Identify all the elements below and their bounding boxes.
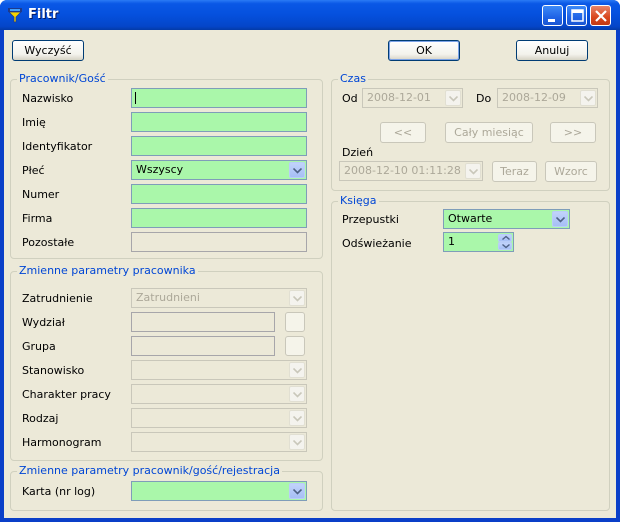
spin-down-icon[interactable] — [498, 242, 512, 250]
spin-up-icon[interactable] — [498, 234, 512, 242]
pattern-button[interactable]: Wzorc — [545, 161, 597, 182]
chevron-down-icon[interactable] — [445, 90, 461, 106]
group-pick-button[interactable] — [285, 336, 305, 356]
chevron-down-icon[interactable] — [289, 410, 305, 426]
now-button[interactable]: Teraz — [492, 161, 537, 182]
chevron-down-icon[interactable] — [289, 162, 305, 178]
card-label: Karta (nr log) — [22, 485, 96, 498]
book-group-title: Księga — [338, 194, 379, 207]
company-label: Firma — [22, 212, 53, 225]
schedule-select[interactable] — [131, 432, 307, 452]
refresh-label: Odświeżanie — [342, 237, 412, 250]
chevron-down-icon[interactable] — [552, 211, 568, 227]
firstname-label: Imię — [22, 116, 46, 129]
id-input[interactable] — [131, 136, 307, 156]
schedule-label: Harmonogram — [22, 436, 102, 449]
spinner-arrows[interactable] — [498, 234, 512, 250]
close-icon — [595, 10, 607, 22]
dialog-window: Filtr Wyczyść OK Anuluj Pracownik/Gość N… — [0, 0, 620, 522]
variable-params-title: Zmienne parametry pracownika — [17, 264, 198, 277]
app-icon — [8, 8, 22, 23]
refresh-spinner[interactable]: 1 — [443, 232, 514, 252]
department-input[interactable] — [131, 312, 275, 332]
kind-label: Rodzaj — [22, 412, 59, 425]
employee-group-title: Pracownik/Gość — [17, 72, 108, 85]
passes-select[interactable]: Otwarte — [443, 209, 570, 229]
day-datetime-value: 2008-12-10 01:11:28 — [344, 164, 461, 177]
group-label: Grupa — [22, 340, 56, 353]
other-label: Pozostałe — [22, 236, 75, 249]
sex-select[interactable]: Wszyscy — [131, 160, 307, 180]
refresh-value: 1 — [448, 235, 455, 248]
surname-input[interactable] — [131, 88, 307, 108]
employment-select[interactable]: Zatrudnieni — [131, 288, 307, 308]
chevron-down-icon[interactable] — [289, 386, 305, 402]
chevron-down-icon[interactable] — [289, 362, 305, 378]
company-input[interactable] — [131, 208, 307, 228]
time-group-title: Czas — [338, 72, 368, 85]
window-title: Filtr — [28, 7, 59, 22]
to-date-picker[interactable]: 2008-12-09 — [497, 88, 598, 108]
chevron-down-icon[interactable] — [580, 90, 596, 106]
chevron-down-icon[interactable] — [465, 163, 481, 179]
from-date-value: 2008-12-01 — [367, 91, 431, 104]
department-label: Wydział — [22, 316, 65, 329]
card-select[interactable] — [131, 481, 307, 501]
to-date-value: 2008-12-09 — [502, 91, 566, 104]
whole-month-button[interactable]: Cały miesiąc — [445, 122, 533, 143]
day-datetime-picker[interactable]: 2008-12-10 01:11:28 — [339, 161, 483, 181]
worktype-select[interactable] — [131, 384, 307, 404]
day-label: Dzień — [342, 146, 374, 159]
worktype-label: Charakter pracy — [22, 388, 111, 401]
chevron-down-icon[interactable] — [289, 290, 305, 306]
close-button[interactable] — [590, 5, 611, 26]
next-period-button[interactable]: >> — [550, 122, 596, 143]
number-label: Numer — [22, 188, 60, 201]
cancel-button[interactable]: Anuluj — [516, 40, 588, 61]
surname-label: Nazwisko — [22, 92, 74, 105]
ok-button[interactable]: OK — [388, 40, 460, 61]
group-input[interactable] — [131, 336, 275, 356]
position-select[interactable] — [131, 360, 307, 380]
minimize-icon — [548, 19, 555, 22]
kind-select[interactable] — [131, 408, 307, 428]
position-label: Stanowisko — [22, 364, 85, 377]
passes-select-value: Otwarte — [448, 212, 493, 225]
title-bar[interactable]: Filtr — [0, 0, 620, 30]
department-pick-button[interactable] — [285, 312, 305, 332]
number-input[interactable] — [131, 184, 307, 204]
minimize-button[interactable] — [542, 5, 563, 26]
registration-group-title: Zmienne parametry pracownik/gość/rejestr… — [17, 464, 282, 477]
chevron-down-icon[interactable] — [289, 483, 305, 499]
from-label: Od — [342, 92, 358, 105]
passes-label: Przepustki — [342, 213, 399, 226]
other-input[interactable] — [131, 232, 307, 252]
chevron-down-icon[interactable] — [289, 434, 305, 450]
clear-button[interactable]: Wyczyść — [12, 40, 84, 61]
to-label: Do — [476, 92, 492, 105]
employment-label: Zatrudnienie — [22, 292, 93, 305]
sex-select-value: Wszyscy — [136, 163, 184, 176]
from-date-picker[interactable]: 2008-12-01 — [362, 88, 463, 108]
sex-label: Płeć — [22, 164, 45, 177]
dialog-body: Wyczyść OK Anuluj Pracownik/Gość Nazwisk… — [4, 30, 616, 518]
firstname-input[interactable] — [131, 112, 307, 132]
id-label: Identyfikator — [22, 140, 93, 153]
previous-period-button[interactable]: << — [380, 122, 426, 143]
employment-select-value: Zatrudnieni — [136, 291, 200, 304]
maximize-icon — [571, 9, 584, 22]
maximize-button[interactable] — [566, 5, 587, 26]
